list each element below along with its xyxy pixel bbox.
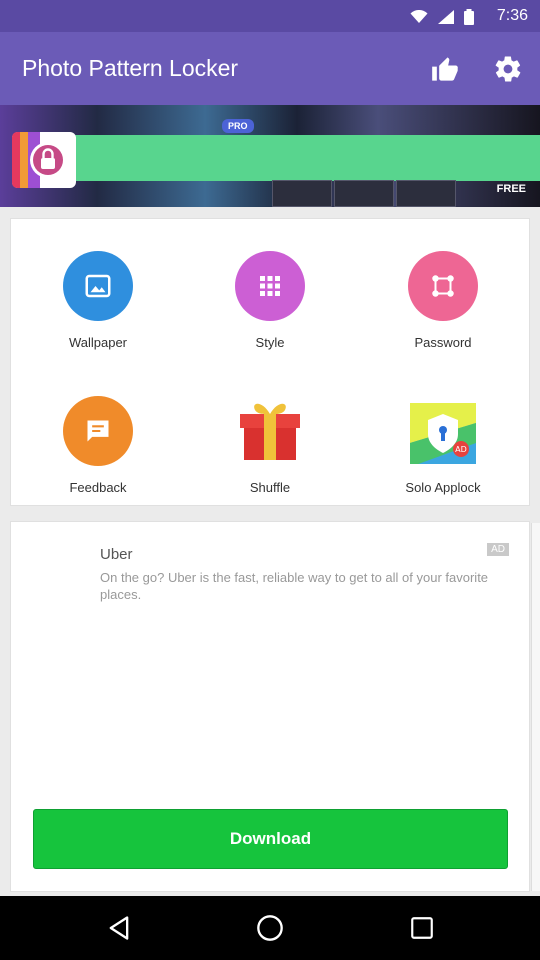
feature-grid: Wallpaper Style Password Feedback Shuffl… — [10, 218, 530, 506]
status-icons — [410, 9, 474, 30]
banner-thumbnails — [272, 180, 456, 207]
rate-button[interactable] — [428, 52, 462, 86]
ad-description: On the go? Uber is the fast, reliable wa… — [100, 570, 489, 602]
back-button[interactable] — [101, 910, 137, 946]
back-icon — [109, 916, 129, 940]
status-bar: 7:36 — [0, 0, 540, 32]
banner-thumbnail — [396, 180, 456, 207]
ad-card[interactable]: Uber AD On the go? Uber is the fast, rel… — [10, 521, 530, 892]
shield-lock-icon: AD — [408, 396, 478, 466]
promo-banner[interactable]: PRO FREE — [0, 105, 540, 207]
gift-icon — [235, 396, 305, 466]
app-bar: Photo Pattern Locker — [0, 32, 540, 105]
banner-thumbnail — [272, 180, 332, 207]
home-button[interactable] — [252, 910, 288, 946]
password-button[interactable]: Password — [383, 251, 503, 350]
status-time: 7:36 — [496, 7, 528, 24]
feedback-label: Feedback — [69, 480, 127, 495]
download-button[interactable]: Download — [33, 809, 508, 869]
style-button[interactable]: Style — [210, 251, 330, 350]
thumbs-up-icon — [432, 57, 458, 81]
banner-thumbnail — [334, 180, 394, 207]
pattern-icon — [408, 251, 478, 321]
wallpaper-button[interactable]: Wallpaper — [38, 251, 158, 350]
solo-applock-button[interactable]: AD Solo Applock — [383, 396, 503, 495]
shuffle-label: Shuffle — [249, 480, 291, 495]
signal-icon — [438, 10, 454, 29]
feedback-button[interactable]: Feedback — [38, 396, 158, 495]
ad-badge: AD — [487, 543, 509, 556]
image-icon — [63, 251, 133, 321]
wallpaper-label: Wallpaper — [68, 335, 128, 350]
recents-button[interactable] — [404, 910, 440, 946]
settings-button[interactable] — [491, 52, 525, 86]
battery-icon — [464, 9, 474, 30]
next-card-edge — [531, 523, 540, 891]
app-lock-logo — [12, 132, 76, 188]
banner-strip — [60, 135, 540, 181]
free-label: FREE — [496, 183, 526, 195]
style-label: Style — [255, 335, 285, 350]
navigation-bar — [0, 896, 540, 960]
shuffle-button[interactable]: Shuffle — [210, 396, 330, 495]
ad-advertiser: Uber — [100, 546, 133, 563]
pro-badge: PRO — [222, 119, 254, 133]
message-icon — [63, 396, 133, 466]
recents-icon — [411, 917, 433, 939]
password-label: Password — [414, 335, 472, 350]
app-title: Photo Pattern Locker — [22, 55, 239, 81]
solo-applock-label: Solo Applock — [405, 480, 481, 495]
home-icon — [257, 915, 283, 941]
gear-icon — [495, 56, 521, 82]
grid-icon — [235, 251, 305, 321]
svg-text:AD: AD — [455, 445, 467, 454]
wifi-icon — [410, 9, 428, 29]
